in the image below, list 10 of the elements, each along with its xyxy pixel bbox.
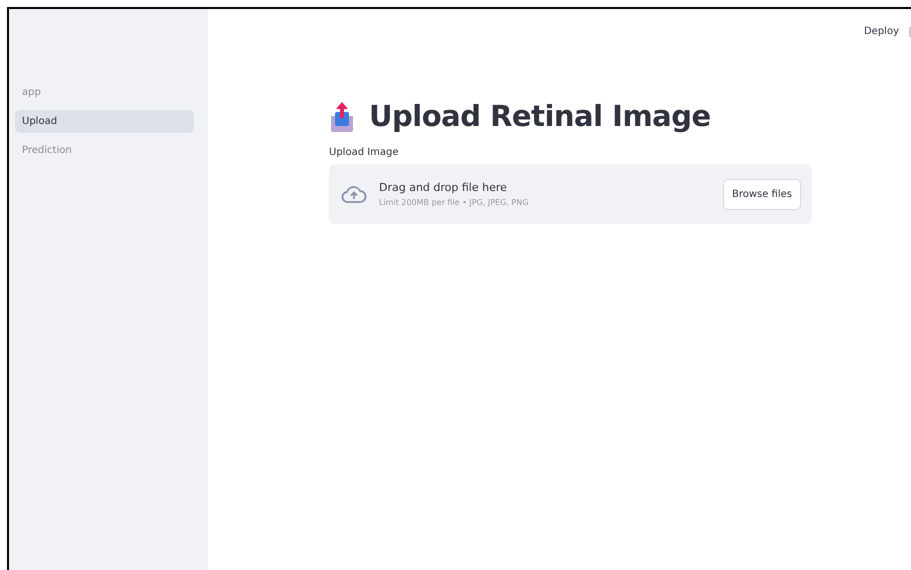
file-dropzone[interactable]: Drag and drop file here Limit 200MB per file • JPG, JPEG, PNG Browse files xyxy=(329,164,812,224)
cloud-upload-icon xyxy=(341,184,367,204)
deploy-button[interactable]: Deploy xyxy=(864,26,899,37)
dropzone-instruction: Drag and drop file here xyxy=(379,181,508,194)
page-title: Upload Retinal Image xyxy=(369,99,711,133)
file-limit-text: Limit 200MB per file • JPG, JPEG, PNG xyxy=(379,198,530,207)
browse-files-button[interactable]: Browse files xyxy=(722,178,801,210)
uploader-label: Upload Image xyxy=(329,147,400,158)
inbox-upload-icon xyxy=(329,100,355,132)
nav-link[interactable]: Upload xyxy=(15,110,194,133)
